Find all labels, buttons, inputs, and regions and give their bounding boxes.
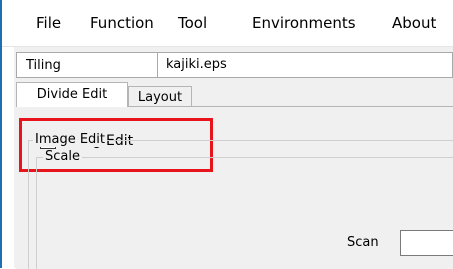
scale-group-title: Scale — [43, 149, 82, 164]
menu-about[interactable]: About — [392, 14, 436, 32]
tab-divide-edit-label: Divide Edit — [36, 87, 108, 102]
scan-label: Scan — [347, 235, 379, 250]
menu-environments[interactable]: Environments — [252, 14, 356, 32]
scale-group: Scale — [36, 149, 453, 269]
menu-bar: File Function Tool Environments About — [2, 0, 453, 47]
tab-layout[interactable]: Layout — [128, 86, 192, 107]
filename-field[interactable]: kajiki.eps — [157, 52, 453, 78]
image-edit-group-title: Image Edit — [33, 132, 108, 147]
tab-layout-label: Layout — [137, 90, 183, 105]
menu-function[interactable]: Function — [90, 14, 154, 32]
tiling-label: Tiling — [26, 58, 61, 73]
filename-text: kajiki.eps — [166, 57, 227, 72]
file-header-row: Tiling kajiki.eps — [16, 52, 453, 78]
scan-input[interactable] — [400, 230, 453, 256]
menu-tool[interactable]: Tool — [178, 14, 207, 32]
menu-file[interactable]: File — [36, 14, 61, 32]
tab-divide-edit[interactable]: Divide Edit — [16, 82, 128, 107]
tab-strip: Divide Edit Layout — [14, 82, 453, 107]
